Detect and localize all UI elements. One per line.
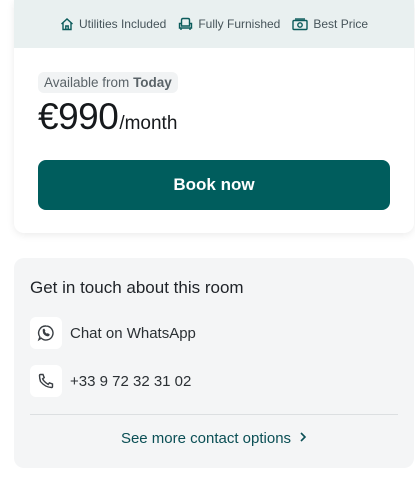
availability-prefix: Available from: [44, 75, 130, 90]
divider: [30, 414, 398, 415]
phone-icon: [30, 365, 62, 397]
price-period: /month: [119, 113, 178, 134]
whatsapp-chat-link[interactable]: Chat on WhatsApp: [30, 317, 196, 349]
chevron-right-icon: [299, 430, 307, 447]
feature-utilities: Utilities Included: [60, 17, 166, 31]
feature-furnished: Fully Furnished: [178, 17, 280, 31]
whatsapp-icon: [30, 317, 62, 349]
booking-card: Utilities Included Fully Furnished Best …: [14, 0, 414, 233]
feature-price: Best Price: [292, 17, 368, 31]
see-more-contact-options-link[interactable]: See more contact options: [14, 430, 414, 447]
availability-badge: Available from Today: [38, 72, 178, 93]
phone-number: +33 9 72 32 31 02: [70, 372, 192, 390]
features-bar: Utilities Included Fully Furnished Best …: [14, 0, 414, 48]
availability-date: Today: [133, 75, 172, 90]
banknote-icon: [292, 17, 309, 31]
armchair-icon: [178, 17, 193, 31]
contact-card: Get in touch about this room Chat on Wha…: [14, 258, 414, 468]
contact-title: Get in touch about this room: [30, 278, 244, 297]
price-display: €990 /month: [38, 96, 177, 138]
see-more-label: See more contact options: [120, 430, 292, 447]
phone-call-link[interactable]: +33 9 72 32 31 02: [30, 365, 191, 397]
whatsapp-label: Chat on WhatsApp: [70, 324, 196, 342]
feature-utilities-label: Utilities Included: [78, 17, 167, 31]
price-amount: €990: [38, 96, 119, 137]
feature-furnished-label: Fully Furnished: [198, 17, 281, 31]
book-now-button[interactable]: Book now: [38, 160, 390, 210]
house-icon: [60, 17, 74, 31]
feature-price-label: Best Price: [313, 17, 369, 31]
